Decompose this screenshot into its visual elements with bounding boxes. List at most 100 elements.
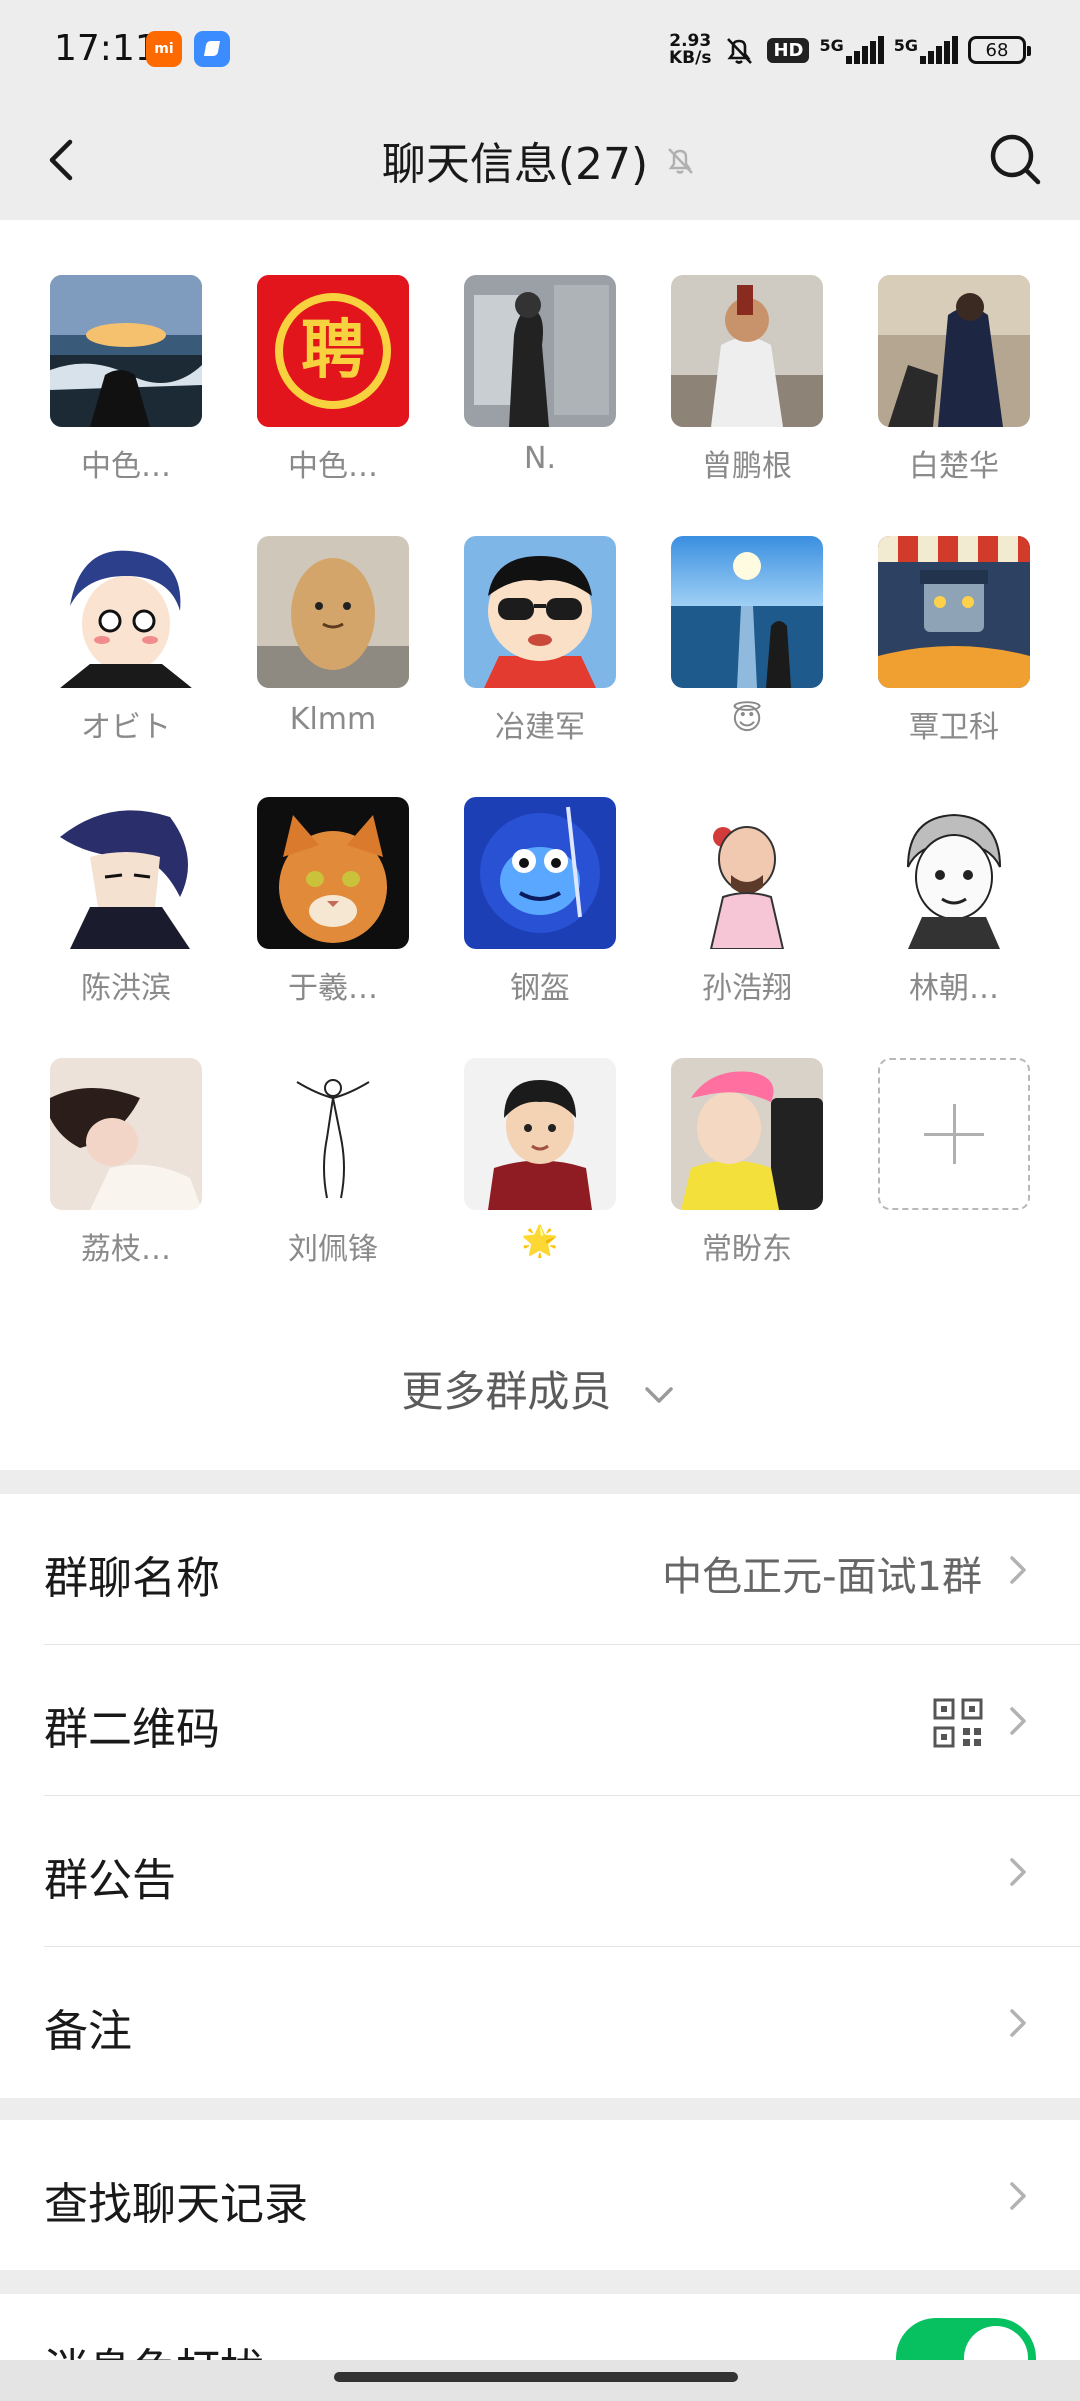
search-icon[interactable]	[982, 126, 1050, 194]
member-name: Klmm	[289, 702, 377, 737]
group-name-label: 群聊名称	[44, 1553, 220, 1604]
status-bar: 17:11 mi 2.93 KB/s HD 5G 5G 68	[0, 0, 1080, 100]
group-notice-row[interactable]: 群公告	[0, 1796, 1080, 1947]
member-name: 曾鹏根	[702, 449, 792, 484]
member-name: 中色…	[81, 449, 171, 484]
avatar	[50, 536, 202, 688]
member-name: 🌟	[521, 1224, 559, 1259]
avatar	[257, 1058, 409, 1210]
avatar	[878, 797, 1030, 949]
group-notice-label: 群公告	[44, 1855, 176, 1906]
dnd-label: 消息免打扰	[44, 2334, 264, 2360]
avatar	[671, 275, 823, 427]
member-name: 常盼东	[702, 1232, 792, 1267]
dnd-toggle[interactable]	[896, 2318, 1036, 2360]
member-item[interactable]: 冶建军	[464, 536, 616, 746]
member-item[interactable]: 中色…	[50, 275, 202, 485]
member-item[interactable]: オビト	[50, 536, 202, 746]
chevron-right-icon	[1010, 2009, 1026, 2037]
signal-icon-1: 5G	[819, 36, 884, 64]
chevron-right-icon	[1010, 1556, 1026, 1584]
avatar	[257, 797, 409, 949]
hiring-logo-text: 聘	[301, 314, 365, 388]
member-item[interactable]: 常盼东	[671, 1058, 823, 1268]
member-name: N.	[524, 441, 556, 476]
member-item[interactable]: 曾鹏根	[671, 275, 823, 485]
group-name-value: 中色正元-面试1群	[662, 1554, 982, 1600]
member-item[interactable]: 钢盔	[464, 797, 616, 1007]
members-card: 中色… 聘 中色… N. 曾鹏根 白楚华 オビト Klmm 冶建军 😇 覃卫科 …	[0, 220, 1080, 1470]
chevron-right-icon	[1010, 1858, 1026, 1886]
home-indicator	[0, 2360, 1080, 2401]
search-history-row[interactable]: 查找聊天记录	[0, 2120, 1080, 2271]
member-name: オビト	[81, 710, 171, 745]
member-name: 覃卫科	[909, 710, 999, 745]
status-time: 17:11	[54, 28, 158, 69]
member-name: 陈洪滨	[81, 971, 171, 1006]
avatar	[878, 536, 1030, 688]
avatar	[50, 797, 202, 949]
avatar: 聘	[257, 275, 409, 427]
member-item[interactable]: 孙浩翔	[671, 797, 823, 1007]
member-item[interactable]: N.	[464, 275, 616, 476]
member-item[interactable]: 荔枝…	[50, 1058, 202, 1268]
message-app-icon	[194, 31, 230, 67]
avatar	[464, 797, 616, 949]
avatar	[671, 1058, 823, 1210]
avatar	[671, 536, 823, 688]
search-history-label: 查找聊天记录	[44, 2179, 308, 2230]
mute-bell-icon	[727, 38, 753, 64]
member-item[interactable]: 林朝…	[878, 797, 1030, 1007]
qr-code-icon	[933, 1698, 983, 1748]
member-name: 林朝…	[909, 971, 999, 1006]
member-name: 于羲…	[288, 971, 378, 1006]
avatar	[50, 1058, 202, 1210]
page-title: 聊天信息(27)	[381, 139, 649, 190]
member-item[interactable]: 白楚华	[878, 275, 1030, 485]
group-settings-section: 群聊名称 中色正元-面试1群 群二维码 群公告 备注	[0, 1494, 1080, 2098]
more-members-label: 更多群成员	[401, 1367, 612, 1416]
remark-row[interactable]: 备注	[0, 1947, 1080, 2098]
hd-badge: HD	[767, 37, 810, 63]
dnd-section: 消息免打扰	[0, 2294, 1080, 2360]
mi-app-icon: mi	[146, 31, 182, 67]
mute-bell-icon	[668, 148, 694, 174]
member-item[interactable]: 😇	[671, 536, 823, 737]
chevron-right-icon	[1010, 2182, 1026, 2210]
avatar	[257, 536, 409, 688]
member-name: 孙浩翔	[702, 971, 792, 1006]
status-icons: 2.93 KB/s HD 5G 5G 68	[668, 28, 1031, 72]
avatar	[464, 275, 616, 427]
battery-icon: 68	[968, 36, 1031, 64]
member-item[interactable]: 覃卫科	[878, 536, 1030, 746]
more-members-button[interactable]: 更多群成员	[0, 1358, 1080, 1419]
group-qr-label: 群二维码	[44, 1704, 220, 1755]
dnd-row[interactable]: 消息免打扰	[0, 2294, 1080, 2360]
add-member-button[interactable]	[878, 1058, 1030, 1210]
member-item[interactable]: 刘佩锋	[257, 1058, 409, 1268]
member-item[interactable]: 于羲…	[257, 797, 409, 1007]
member-name: 白楚华	[909, 449, 999, 484]
member-item[interactable]: 聘 中色…	[257, 275, 409, 485]
home-pill[interactable]	[334, 2372, 738, 2382]
member-name: 中色…	[288, 449, 378, 484]
remark-label: 备注	[44, 2006, 132, 2057]
group-name-row[interactable]: 群聊名称 中色正元-面试1群	[0, 1494, 1080, 1645]
member-name: 荔枝…	[81, 1232, 171, 1267]
chevron-down-icon	[644, 1386, 673, 1403]
avatar	[464, 1058, 616, 1210]
avatar	[464, 536, 616, 688]
search-history-section: 查找聊天记录	[0, 2120, 1080, 2270]
group-qr-row[interactable]: 群二维码	[0, 1645, 1080, 1796]
avatar	[671, 797, 823, 949]
avatar	[878, 275, 1030, 427]
member-item[interactable]: 🌟	[464, 1058, 616, 1259]
network-speed: 2.93 KB/s	[668, 31, 712, 68]
member-name: 钢盔	[510, 971, 570, 1006]
plus-icon	[878, 1058, 1030, 1210]
chevron-right-icon	[1010, 1707, 1026, 1735]
member-name: 冶建军	[495, 710, 585, 745]
member-name: 😇	[731, 702, 763, 737]
member-item[interactable]: Klmm	[257, 536, 409, 737]
member-item[interactable]: 陈洪滨	[50, 797, 202, 1007]
